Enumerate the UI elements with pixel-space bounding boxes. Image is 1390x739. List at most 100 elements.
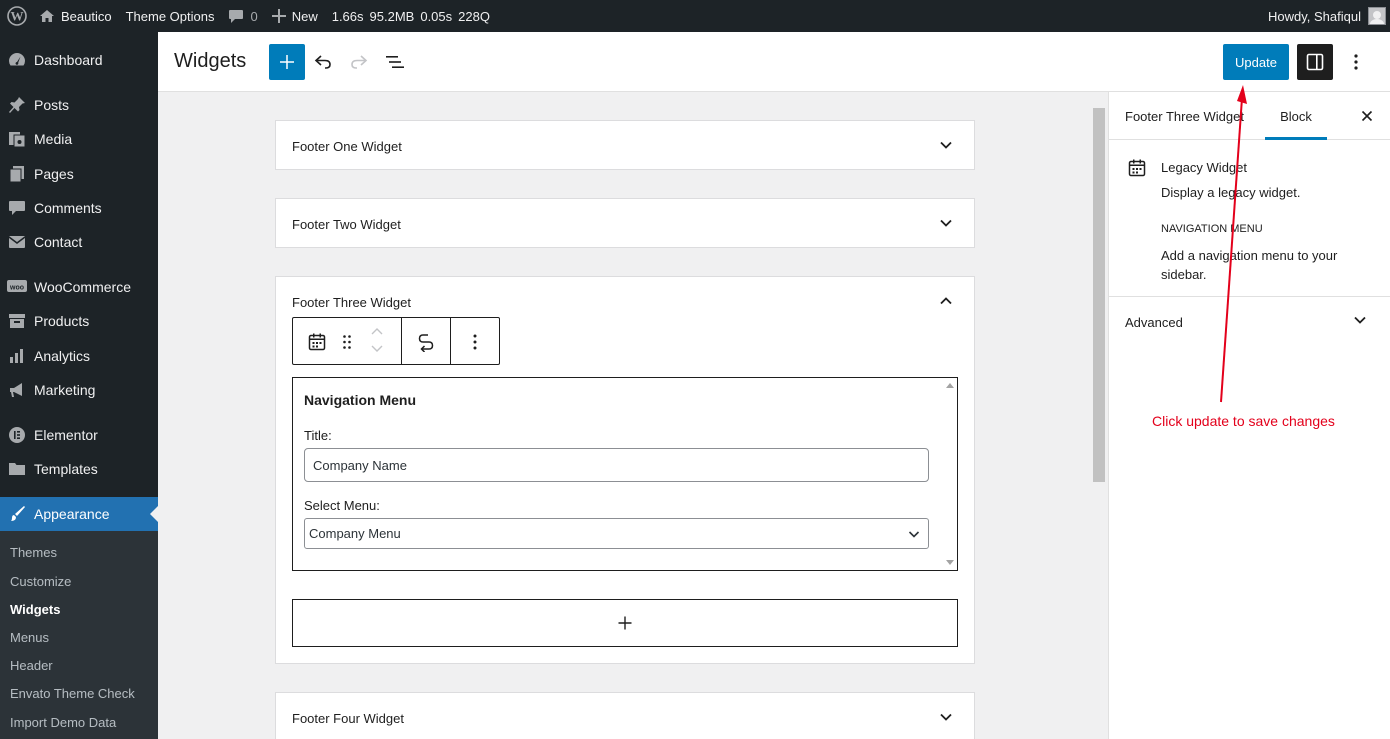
submenu-header[interactable]: Header bbox=[10, 658, 53, 673]
widget-area-title: Footer Two Widget bbox=[292, 217, 401, 232]
plus-icon bbox=[280, 55, 294, 69]
add-block-button[interactable] bbox=[292, 599, 958, 647]
menu-item-pages[interactable]: Pages bbox=[0, 157, 158, 191]
menu-item-marketing[interactable]: Marketing bbox=[0, 373, 158, 407]
settings-toggle-button[interactable] bbox=[1297, 44, 1333, 80]
query-monitor-stats[interactable]: 1.66s 95.2MB 0.05s 228Q bbox=[325, 0, 503, 32]
woo-icon: woo bbox=[0, 279, 34, 295]
chevron-down-icon bbox=[1353, 313, 1367, 328]
sidebar-icon bbox=[1306, 53, 1324, 71]
toolbar-divider bbox=[401, 318, 402, 364]
menu-label: Elementor bbox=[34, 427, 98, 443]
menu-item-products[interactable]: Products bbox=[0, 304, 158, 338]
greeting: Howdy, Shafiqul bbox=[1268, 8, 1361, 24]
chevron-up-icon[interactable] bbox=[938, 293, 954, 309]
bar-chart-icon bbox=[0, 347, 34, 365]
menu-item-elementor[interactable]: Elementor bbox=[0, 418, 158, 452]
block-card-description: Display a legacy widget. bbox=[1161, 185, 1301, 200]
advanced-panel-toggle[interactable]: Advanced bbox=[1109, 297, 1390, 347]
chevron-down-icon[interactable] bbox=[938, 137, 954, 153]
annotation-text: Click update to save changes bbox=[1152, 413, 1335, 429]
menu-label: Products bbox=[34, 313, 90, 329]
megaphone-icon bbox=[0, 381, 34, 399]
close-sidebar-button[interactable] bbox=[1357, 106, 1377, 126]
menu-label: Posts bbox=[34, 97, 70, 113]
widget-area-footer-four[interactable]: Footer Four Widget bbox=[275, 692, 975, 739]
submenu-import-demo-data[interactable]: Import Demo Data bbox=[10, 715, 116, 730]
submenu-envato-theme-check[interactable]: Envato Theme Check bbox=[10, 686, 135, 701]
comment-icon bbox=[228, 9, 244, 24]
options-menu-button[interactable] bbox=[1338, 44, 1374, 80]
tab-widget-area[interactable]: Footer Three Widget bbox=[1125, 92, 1244, 140]
menu-item-dashboard[interactable]: Dashboard bbox=[0, 43, 158, 77]
block-inserter-button[interactable] bbox=[269, 44, 305, 80]
new-label: New bbox=[291, 8, 318, 24]
widget-form-scrollbar[interactable] bbox=[943, 378, 957, 570]
menu-item-posts[interactable]: Posts bbox=[0, 88, 158, 122]
menu-item-media[interactable]: Media bbox=[0, 122, 158, 156]
redo-icon bbox=[351, 55, 368, 69]
submenu-menus[interactable]: Menus bbox=[10, 630, 49, 645]
move-down-icon[interactable] bbox=[367, 341, 387, 355]
submenu-widgets[interactable]: Widgets bbox=[10, 602, 60, 617]
move-up-icon[interactable] bbox=[367, 324, 387, 338]
canvas-scrollbar[interactable] bbox=[1093, 108, 1105, 482]
menu-item-woocommerce[interactable]: woo WooCommerce bbox=[0, 270, 158, 304]
comment-icon bbox=[0, 199, 34, 217]
more-vertical-icon[interactable] bbox=[463, 330, 487, 354]
scroll-down-arrow-icon[interactable] bbox=[946, 560, 954, 565]
title-input[interactable] bbox=[304, 448, 929, 482]
widget-area-title: Footer Three Widget bbox=[292, 295, 411, 310]
menu-label: Pages bbox=[34, 166, 74, 182]
wordpress-logo-icon[interactable]: W bbox=[2, 0, 32, 32]
chevron-down-icon[interactable] bbox=[938, 709, 954, 725]
dashboard-icon bbox=[0, 51, 34, 69]
pin-icon bbox=[0, 96, 34, 114]
widget-area-footer-three[interactable]: Footer Three Widget Navigation Menu Titl… bbox=[275, 276, 975, 664]
chevron-down-icon[interactable] bbox=[938, 215, 954, 231]
comments-link[interactable]: 0 bbox=[221, 0, 264, 32]
block-toolbar bbox=[292, 317, 500, 365]
my-account-link[interactable]: Howdy, Shafiqul bbox=[1261, 0, 1390, 32]
menu-item-appearance[interactable]: Appearance bbox=[0, 497, 158, 531]
widget-area-footer-two[interactable]: Footer Two Widget bbox=[275, 198, 975, 248]
mail-icon bbox=[0, 233, 34, 251]
calendar-icon bbox=[1127, 158, 1147, 181]
block-card-title: Legacy Widget bbox=[1161, 160, 1247, 175]
site-name-link[interactable]: Beautico bbox=[32, 0, 119, 32]
widget-area-footer-one[interactable]: Footer One Widget bbox=[275, 120, 975, 170]
media-icon bbox=[0, 130, 34, 148]
submenu-themes[interactable]: Themes bbox=[10, 545, 57, 560]
scroll-up-arrow-icon[interactable] bbox=[946, 383, 954, 388]
stat-db-time: 0.05s bbox=[420, 8, 453, 24]
menu-label: Appearance bbox=[34, 506, 110, 522]
stat-time: 1.66s bbox=[331, 8, 364, 24]
comments-count: 0 bbox=[250, 8, 258, 24]
admin-menu: Dashboard Posts Media Pages Comments Con… bbox=[0, 32, 158, 739]
plus-icon bbox=[271, 9, 286, 23]
calendar-icon[interactable] bbox=[305, 330, 329, 354]
menu-item-contact[interactable]: Contact bbox=[0, 225, 158, 259]
widget-heading: Navigation Menu bbox=[304, 392, 417, 408]
appearance-submenu: Themes Customize Widgets Menus Header En… bbox=[0, 531, 158, 739]
page-title: Widgets bbox=[174, 50, 247, 72]
selected-menu: Company Menu bbox=[309, 526, 401, 541]
tab-block[interactable]: Block bbox=[1265, 92, 1327, 140]
submenu-customize[interactable]: Customize bbox=[10, 574, 71, 589]
plus-icon bbox=[618, 616, 632, 630]
new-content-link[interactable]: New bbox=[265, 0, 325, 32]
menu-item-templates[interactable]: Templates bbox=[0, 452, 158, 486]
menu-item-analytics[interactable]: Analytics bbox=[0, 339, 158, 373]
transform-icon[interactable] bbox=[414, 330, 438, 354]
drag-handle-icon[interactable] bbox=[337, 330, 357, 354]
undo-button[interactable] bbox=[305, 44, 341, 80]
list-view-button[interactable] bbox=[377, 44, 413, 80]
svg-text:W: W bbox=[11, 9, 24, 24]
redo-button[interactable] bbox=[341, 44, 377, 80]
update-button[interactable]: Update bbox=[1223, 44, 1289, 80]
select-menu-dropdown[interactable]: Company Menu bbox=[304, 518, 929, 549]
menu-item-comments[interactable]: Comments bbox=[0, 191, 158, 225]
theme-options-link[interactable]: Theme Options bbox=[119, 0, 222, 32]
admin-bar: W Beautico Theme Options 0 New 1.66s 95.… bbox=[0, 0, 1390, 32]
sidebar-tabs: Footer Three Widget Block bbox=[1109, 92, 1390, 140]
